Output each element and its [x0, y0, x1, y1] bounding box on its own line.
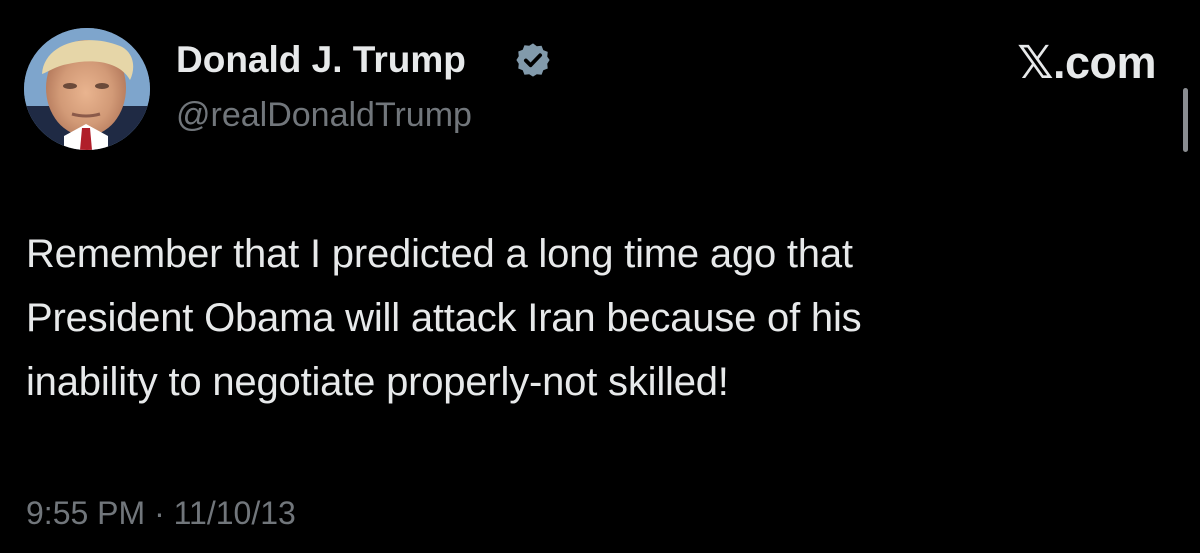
tweet-line: Remember that I predicted a long time ag…: [26, 232, 853, 276]
avatar[interactable]: [24, 28, 150, 150]
author-display-name[interactable]: Donald J. Trump: [176, 38, 466, 82]
tweet-line: President Obama will attack Iran because…: [26, 296, 862, 340]
scroll-indicator: [1183, 88, 1188, 152]
profile-photo-icon: [24, 28, 150, 150]
author-handle[interactable]: @realDonaldTrump: [176, 94, 472, 136]
tweet-line: inability to negotiate properly-not skil…: [26, 360, 729, 404]
tweet-timestamp[interactable]: 9:55 PM · 11/10/13: [26, 493, 296, 533]
verified-badge-icon: [516, 43, 550, 77]
x-logo: 𝕏.com: [1017, 37, 1156, 88]
tweet-text: Remember that I predicted a long time ag…: [26, 222, 1146, 414]
